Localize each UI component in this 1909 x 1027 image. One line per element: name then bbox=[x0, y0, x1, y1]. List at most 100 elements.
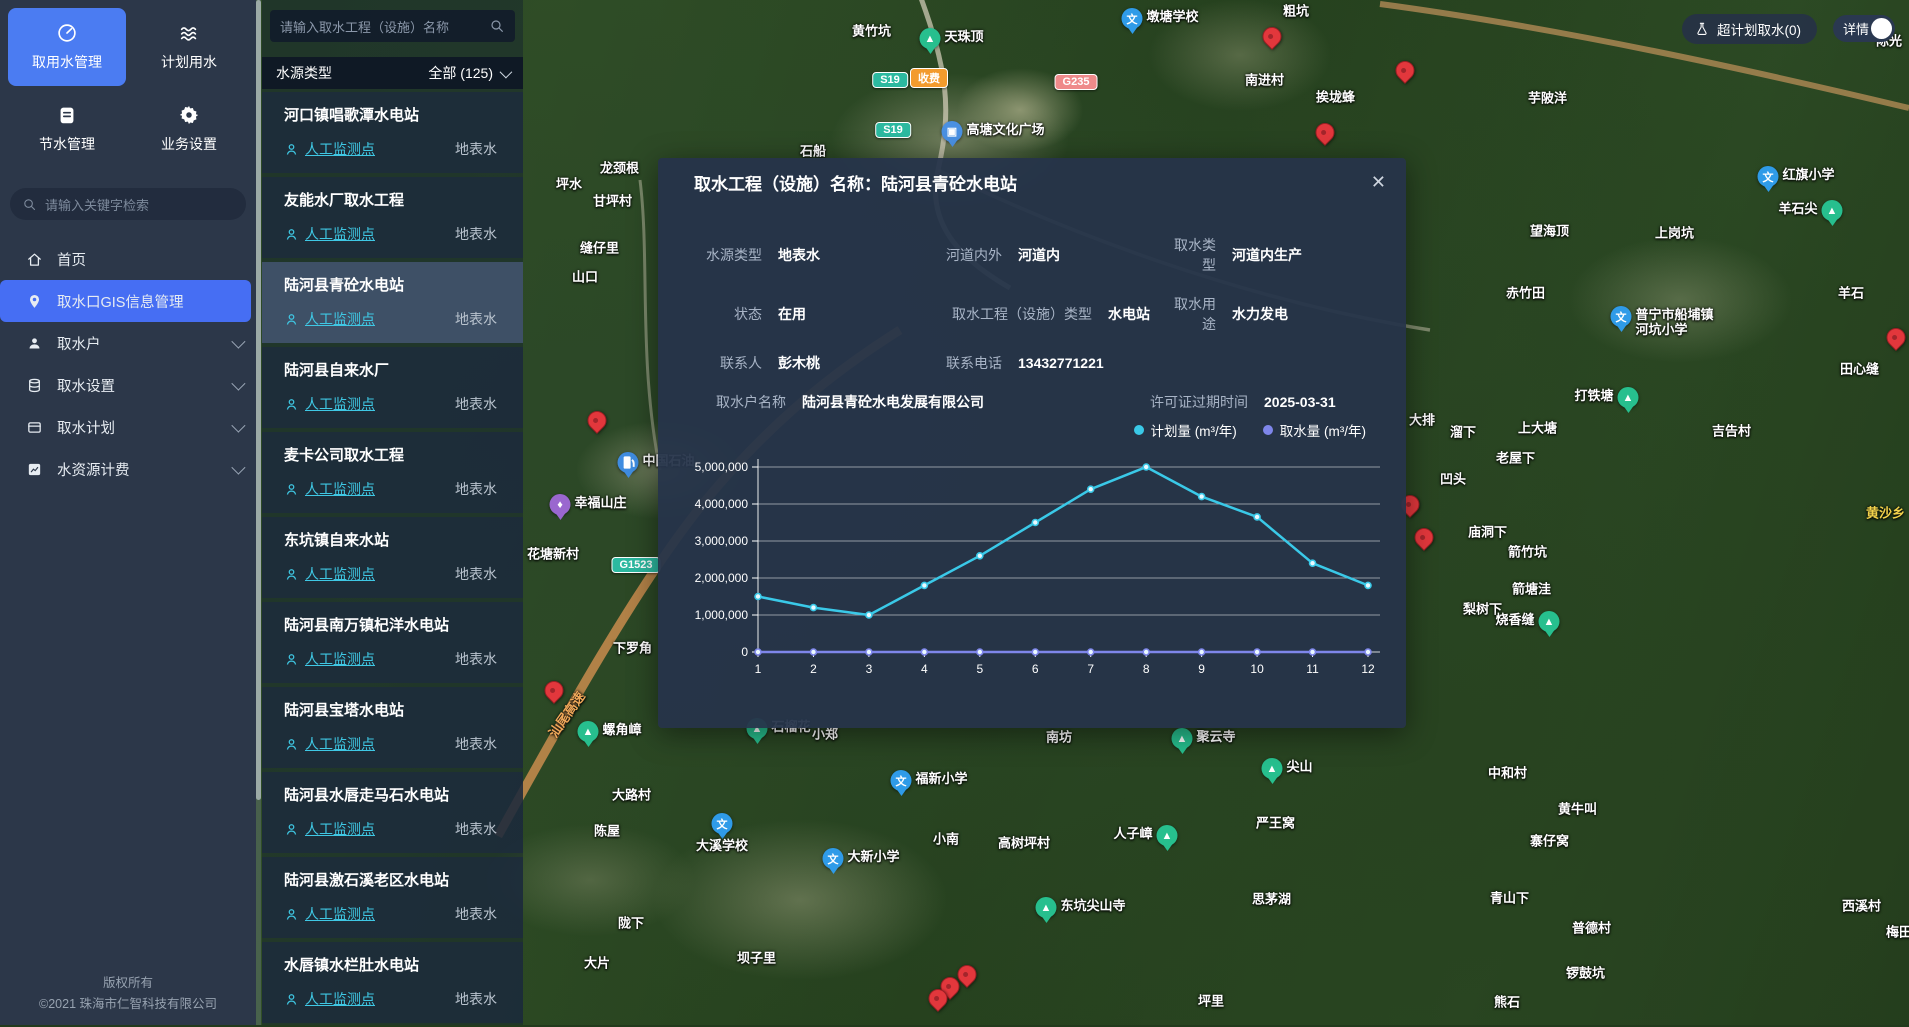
legend-item[interactable]: 取水量 (m³/年) bbox=[1263, 420, 1366, 440]
map-pin-red[interactable] bbox=[1263, 27, 1282, 46]
sidebar-item-chart[interactable]: 水资源计费 bbox=[0, 448, 256, 490]
sidebar-item-home[interactable]: 首页 bbox=[0, 238, 256, 280]
map-pin-temple[interactable]: ▲ 东坑尖山寺 bbox=[1036, 897, 1057, 923]
map-pin-mountain[interactable]: ▲ 羊石尖 bbox=[1822, 200, 1843, 226]
map-pin-school[interactable]: 文 普宁市船埔镇河坑小学 bbox=[1611, 306, 1632, 332]
chevron-down-icon bbox=[500, 65, 513, 78]
svg-text:3,000,000: 3,000,000 bbox=[695, 534, 749, 548]
module-waves-button[interactable]: 计划用水 bbox=[130, 8, 248, 86]
water-source-type: 地表水 bbox=[455, 734, 509, 754]
module-gear-button[interactable]: 业务设置 bbox=[130, 90, 248, 168]
map-pin-mountain[interactable]: ▲ 打铁塘 bbox=[1618, 387, 1639, 413]
module-gauge-button[interactable]: 取用水管理 bbox=[8, 8, 126, 86]
monitor-type-link[interactable]: 人工监测点 bbox=[284, 394, 375, 414]
station-card[interactable]: 水唇镇水栏肚水电站 人工监测点 地表水 bbox=[262, 942, 523, 1023]
station-card[interactable]: 麦卡公司取水工程 人工监测点 地表水 bbox=[262, 432, 523, 513]
station-card[interactable]: 陆河县南万镇杞洋水电站 人工监测点 地表水 bbox=[262, 602, 523, 683]
map-pin-school[interactable]: 文 大溪学校 bbox=[712, 813, 733, 839]
monitor-type-link[interactable]: 人工监测点 bbox=[284, 309, 375, 329]
map-pin-label: 福新小学 bbox=[916, 772, 968, 787]
map-pin-resort[interactable]: ♦ 幸福山庄 bbox=[550, 494, 571, 520]
map-pin-red[interactable] bbox=[1316, 123, 1335, 142]
map-label: 大片 bbox=[584, 953, 610, 972]
monitor-type-link[interactable]: 人工监测点 bbox=[284, 734, 375, 754]
map-pin-red[interactable] bbox=[1396, 61, 1415, 80]
sidebar-item-user[interactable]: 取水户 bbox=[0, 322, 256, 364]
map-pin-school[interactable]: 文 墩塘学校 bbox=[1122, 8, 1143, 34]
map-label: 石船 bbox=[800, 141, 826, 160]
monitor-type-link[interactable]: 人工监测点 bbox=[284, 224, 375, 244]
chevron-down-icon bbox=[231, 377, 245, 391]
map-label: 大路村 bbox=[612, 785, 651, 804]
map-pin-mountain[interactable]: ▲ 尖山 bbox=[1262, 758, 1283, 784]
map-pin-school[interactable]: 文 大新小学 bbox=[823, 848, 844, 874]
map-pin-mountain[interactable]: ▲ 天珠顶 bbox=[920, 28, 941, 54]
detail-toggle[interactable]: 详情 bbox=[1833, 15, 1895, 42]
map-pin-school[interactable]: 文 福新小学 bbox=[891, 770, 912, 796]
field-1-2: 取水用途 水力发电 bbox=[1162, 294, 1288, 334]
station-card[interactable]: 友能水厂取水工程 人工监测点 地表水 bbox=[262, 177, 523, 258]
sidebar-search-input[interactable]: 请输入关键字检索 bbox=[10, 188, 246, 220]
map-pin-mountain[interactable]: ▲ 人子嶂 bbox=[1157, 825, 1178, 851]
monitor-type-link[interactable]: 人工监测点 bbox=[284, 819, 375, 839]
monitor-type-link[interactable]: 人工监测点 bbox=[284, 989, 375, 1009]
station-card[interactable]: 陆河县激石溪老区水电站 人工监测点 地表水 bbox=[262, 857, 523, 938]
svg-text:8: 8 bbox=[1143, 662, 1150, 676]
map-pin-red[interactable] bbox=[1415, 528, 1434, 547]
station-card[interactable]: 陆河县自来水厂 人工监测点 地表水 bbox=[262, 347, 523, 428]
sidebar-menu: 首页取水口GIS信息管理取水户取水设置取水计划水资源计费 bbox=[0, 238, 256, 490]
station-name: 陆河县宝塔水电站 bbox=[284, 699, 509, 720]
map-pin-red[interactable] bbox=[958, 965, 977, 984]
monitor-type-link[interactable]: 人工监测点 bbox=[284, 479, 375, 499]
water-source-type: 地表水 bbox=[455, 819, 509, 839]
db-icon bbox=[26, 377, 43, 394]
map-label: 锣鼓坑 bbox=[1566, 963, 1605, 982]
field-label: 水源类型 bbox=[682, 245, 762, 265]
monitor-type-link[interactable]: 人工监测点 bbox=[284, 649, 375, 669]
station-card[interactable]: 东坑镇自来水站 人工监测点 地表水 bbox=[262, 517, 523, 598]
station-card[interactable]: 陆河县宝塔水电站 人工监测点 地表水 bbox=[262, 687, 523, 768]
map-pin-label: 大新小学 bbox=[848, 850, 900, 865]
station-card[interactable]: 陆河县青砼水电站 人工监测点 地表水 bbox=[262, 262, 523, 343]
map-pin-culture[interactable]: ▣ 高塘文化广场 bbox=[942, 121, 963, 147]
map-pin-red[interactable] bbox=[929, 989, 948, 1008]
close-icon[interactable]: ✕ bbox=[1371, 172, 1386, 193]
field-3-0: 取水户名称 陆河县青砼水电发展有限公司 bbox=[682, 392, 1142, 412]
map-pin-mountain[interactable]: ▲ 烧香缝 bbox=[1539, 611, 1560, 637]
map-pin-red[interactable] bbox=[545, 681, 564, 700]
monitor-type-link[interactable]: 人工监测点 bbox=[284, 904, 375, 924]
sidebar-item-db[interactable]: 取水设置 bbox=[0, 364, 256, 406]
map-pin-red[interactable] bbox=[588, 411, 607, 430]
search-icon bbox=[22, 197, 37, 212]
station-name: 陆河县自来水厂 bbox=[284, 359, 509, 380]
station-card[interactable]: 陆河县水唇走马石水电站 人工监测点 地表水 bbox=[262, 772, 523, 853]
map-pin-label: 尖山 bbox=[1287, 760, 1313, 775]
sidebar-item-pin[interactable]: 取水口GIS信息管理 bbox=[0, 280, 251, 322]
map-pin-school[interactable]: 文 红旗小学 bbox=[1758, 166, 1779, 192]
legend-item[interactable]: 计划量 (m³/年) bbox=[1134, 420, 1237, 440]
toggle-knob-icon bbox=[1871, 18, 1892, 39]
monitor-type-link[interactable]: 人工监测点 bbox=[284, 564, 375, 584]
map-pin-gas[interactable]: 中国石油 bbox=[618, 452, 639, 478]
station-name: 麦卡公司取水工程 bbox=[284, 444, 509, 465]
station-search-input[interactable]: 请输入取水工程（设施）名称 bbox=[270, 10, 515, 42]
menu-label: 取水计划 bbox=[57, 417, 115, 438]
svg-text:4,000,000: 4,000,000 bbox=[695, 497, 749, 511]
over-plan-water-button[interactable]: 超计划取水(0) bbox=[1682, 14, 1817, 44]
sidebar-item-card[interactable]: 取水计划 bbox=[0, 406, 256, 448]
map-pin-temple[interactable]: ▲ 聚云寺 bbox=[1172, 728, 1193, 754]
map-pin-mountain[interactable]: ▲ 螺角嶂 bbox=[578, 721, 599, 747]
panel-scrollbar[interactable] bbox=[256, 0, 261, 1025]
svg-text:2: 2 bbox=[810, 662, 817, 676]
station-card[interactable]: 河口镇唱歌潭水电站 人工监测点 地表水 bbox=[262, 92, 523, 173]
filter-value-dropdown[interactable]: 全部 (125) bbox=[428, 63, 509, 83]
monitor-type-link[interactable]: 人工监测点 bbox=[284, 139, 375, 159]
module-doc-button[interactable]: 节水管理 bbox=[8, 90, 126, 168]
field-1-0: 状态 在用 bbox=[682, 304, 922, 324]
map-pin-red[interactable] bbox=[1887, 328, 1906, 347]
map-label: 溜下 bbox=[1450, 422, 1476, 441]
map-label: 箭竹坑 bbox=[1508, 542, 1547, 561]
map-pin-label: 墩塘学校 bbox=[1147, 10, 1199, 25]
station-name: 陆河县南万镇杞洋水电站 bbox=[284, 614, 509, 635]
svg-text:11: 11 bbox=[1306, 662, 1319, 676]
